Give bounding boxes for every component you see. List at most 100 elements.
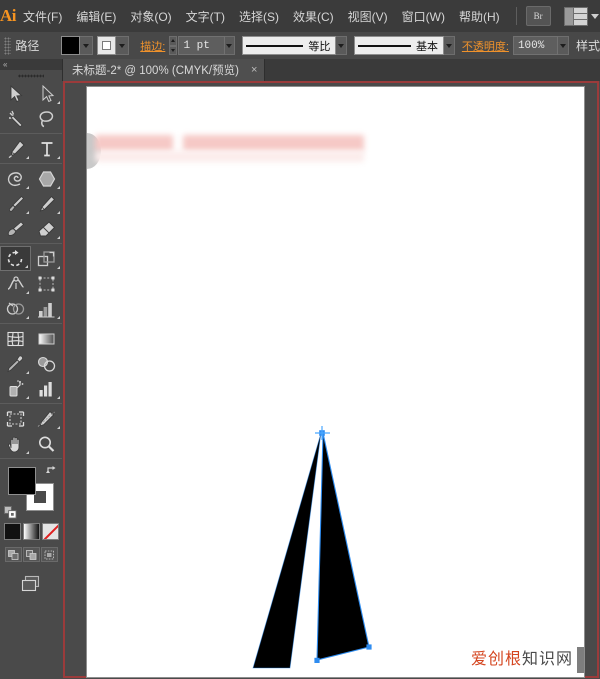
none-button[interactable] (42, 523, 59, 540)
tool-divider (0, 163, 62, 164)
watermark-bar (577, 647, 584, 673)
color-button[interactable] (4, 523, 21, 540)
spiral-tool[interactable] (0, 166, 31, 191)
brush-dropdown-button[interactable] (444, 36, 455, 55)
lasso-tool[interactable] (31, 106, 62, 131)
redaction-band (95, 151, 364, 162)
opacity-input[interactable]: 100% (513, 36, 558, 55)
pencil-tool[interactable] (31, 191, 62, 216)
canvas-area[interactable]: 爱创根知识网 (62, 81, 600, 679)
mesh-tool[interactable] (0, 326, 31, 351)
slice-tool[interactable] (31, 406, 62, 431)
stroke-label[interactable]: 描边: (140, 38, 165, 54)
workspace-layout-icon (564, 7, 588, 26)
tool-divider (0, 133, 62, 134)
hand-tool[interactable] (0, 431, 31, 456)
document-tab[interactable]: 未标题-2* @ 100% (CMYK/预览) × (62, 59, 265, 81)
menu-view[interactable]: 视图(V) (341, 4, 395, 29)
tool-flyout-indicator (26, 396, 29, 399)
fill-stroke-indicator (0, 463, 62, 521)
close-icon[interactable]: × (251, 64, 257, 76)
eraser-tool[interactable] (31, 216, 62, 241)
anchor-handle-icon (315, 426, 330, 440)
tool-flyout-indicator (57, 266, 60, 269)
menu-select[interactable]: 选择(S) (232, 4, 286, 29)
draw-normal-button[interactable] (5, 547, 22, 562)
brush-label: 基本 (416, 38, 440, 54)
polygon-tool[interactable] (31, 166, 62, 191)
rotate-tool[interactable] (0, 246, 31, 271)
menu-type[interactable]: 文字(T) (179, 4, 232, 29)
control-bar-grip[interactable] (4, 37, 11, 55)
artboard-tool[interactable] (0, 406, 31, 431)
magic-wand-tool[interactable] (0, 106, 31, 131)
opacity-dropdown-button[interactable] (558, 36, 569, 55)
selection-tool[interactable] (0, 81, 31, 106)
stroke-weight-dropdown-button[interactable] (225, 36, 236, 55)
tool-flyout-indicator (26, 291, 29, 294)
scale-tool[interactable] (31, 246, 62, 271)
menu-object[interactable]: 对象(O) (123, 4, 178, 29)
menu-bar: Ai 文件(F) 编辑(E) 对象(O) 文字(T) 选择(S) 效果(C) 视… (0, 0, 600, 33)
tool-divider (0, 403, 62, 404)
bridge-button[interactable]: Br (526, 6, 551, 26)
screen-mode-button[interactable] (0, 574, 62, 594)
artwork-svg[interactable] (147, 415, 427, 677)
zoom-tool[interactable] (31, 431, 62, 456)
collapse-icon[interactable]: « (3, 61, 6, 69)
fill-dropdown-button[interactable] (80, 36, 93, 55)
menu-window[interactable]: 窗口(W) (395, 4, 452, 29)
menu-help[interactable]: 帮助(H) (452, 4, 507, 29)
tool-flyout-indicator (26, 451, 29, 454)
paintbrush-tool[interactable] (0, 191, 31, 216)
stroke-weight-input[interactable]: 1 pt (178, 36, 224, 55)
menu-bar-right: Br (507, 6, 600, 26)
workspace-switcher[interactable] (564, 7, 599, 26)
draw-behind-button[interactable] (23, 547, 40, 562)
default-fill-stroke-icon[interactable] (4, 506, 17, 519)
tool-divider (0, 243, 62, 244)
tool-flyout-indicator (26, 316, 29, 319)
menu-file[interactable]: 文件(F) (16, 4, 69, 29)
tool-flyout-indicator (26, 211, 29, 214)
blob-brush-tool[interactable] (0, 216, 31, 241)
toolbox-header[interactable]: « (0, 59, 62, 70)
swap-fill-stroke-icon[interactable] (46, 464, 58, 476)
tool-flyout-indicator (57, 156, 60, 159)
artboard[interactable]: 爱创根知识网 (86, 86, 585, 678)
tool-flyout-indicator (25, 265, 28, 268)
stroke-dropdown-button[interactable] (116, 36, 129, 55)
menu-effect[interactable]: 效果(C) (286, 4, 341, 29)
direct-selection-tool[interactable] (31, 81, 62, 106)
fill-color-indicator[interactable] (8, 467, 36, 495)
gradient-tool[interactable] (31, 326, 62, 351)
column-graph-tool[interactable] (31, 296, 62, 321)
type-tool[interactable] (31, 136, 62, 161)
gradient-button[interactable] (23, 523, 40, 540)
tool-flyout-indicator (57, 236, 60, 239)
style-label[interactable]: 样式 (576, 37, 600, 54)
app-logo: Ai (0, 6, 16, 26)
blend-tool[interactable] (31, 351, 62, 376)
color-mode-buttons (0, 523, 62, 540)
menu-edit[interactable]: 编辑(E) (69, 4, 123, 29)
stroke-profile-select[interactable]: 等比 (242, 36, 336, 55)
free-transform-tool[interactable] (31, 271, 62, 296)
shape-builder-tool[interactable] (0, 296, 31, 321)
opacity-label[interactable]: 不透明度: (462, 38, 509, 54)
symbol-sprayer-tool[interactable] (0, 376, 31, 401)
eyedropper-tool[interactable] (0, 351, 31, 376)
brush-definition-select[interactable]: 基本 (354, 36, 444, 55)
draw-inside-button[interactable] (41, 547, 58, 562)
stroke-color-swatch[interactable] (97, 36, 116, 55)
watermark-primary: 爱创根 (471, 651, 522, 668)
fill-color-swatch[interactable] (61, 36, 80, 55)
stroke-weight-stepper[interactable] (169, 36, 177, 55)
bar-graph-tool[interactable] (31, 376, 62, 401)
draw-mode-buttons (0, 547, 62, 562)
pen-tool[interactable] (0, 136, 31, 161)
tool-flyout-indicator (57, 211, 60, 214)
width-tool[interactable] (0, 271, 31, 296)
toolbox-grip[interactable] (0, 70, 62, 81)
stroke-profile-dropdown-button[interactable] (336, 36, 347, 55)
